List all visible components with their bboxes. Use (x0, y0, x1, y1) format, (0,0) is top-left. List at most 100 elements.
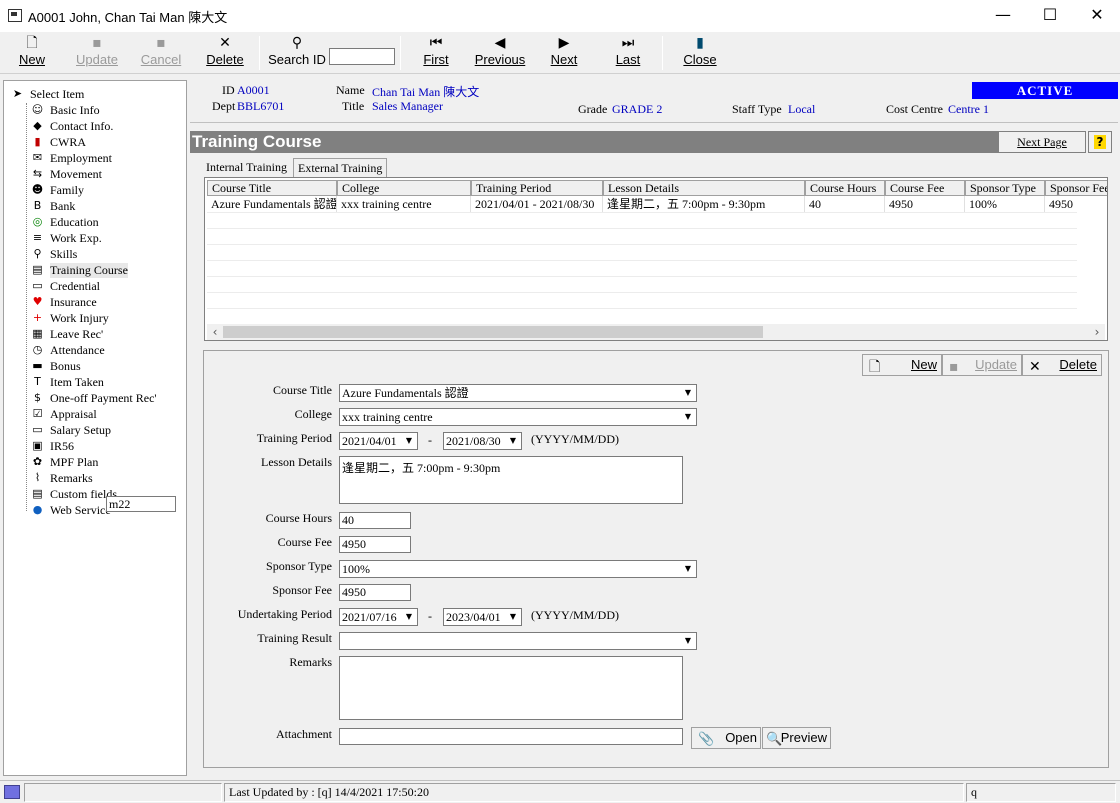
attachment-input[interactable] (339, 728, 683, 745)
scroll-thumb[interactable] (223, 326, 763, 338)
dropdown-arrow-icon[interactable]: ▼ (681, 562, 695, 576)
tree-item-work-exp[interactable]: ≡ Work Exp. (4, 230, 184, 246)
form-delete-button[interactable]: ✕ Delete (1022, 354, 1102, 376)
form-update-button[interactable]: ▪ Update (942, 354, 1022, 376)
sponsor-fee-input[interactable]: 4950 (339, 584, 411, 601)
dropdown-arrow-icon[interactable]: ▼ (506, 610, 520, 624)
tree-item-skills[interactable]: ⚲ Skills (4, 246, 184, 262)
tree-item-item-taken[interactable]: T Item Taken (4, 374, 184, 390)
last-button[interactable]: ⏭ Last (608, 34, 648, 72)
next-record-icon: ▶ (558, 35, 570, 51)
grid-cell[interactable]: 100% (965, 196, 1045, 212)
search-id-button[interactable]: ⚲ Search ID (266, 34, 328, 72)
tree-item-one-off-payment-rec[interactable]: $ One-off Payment Rec' (4, 390, 184, 406)
sponsor-type-select[interactable]: 100% ▼ (339, 560, 697, 578)
open-attachment-button[interactable]: 📎 Open (691, 727, 761, 749)
previous-button[interactable]: ◀ Previous (472, 34, 528, 72)
tree-item-label: IR56 (50, 439, 74, 453)
remarks-textarea[interactable] (339, 656, 683, 720)
tree-item-education[interactable]: ◎ Education (4, 214, 184, 230)
course-fee-label: Course Fee (277, 535, 332, 549)
tree-item-mpf-plan[interactable]: ✿ MPF Plan (4, 454, 184, 470)
tree-item-leave-rec[interactable]: ▦ Leave Rec' (4, 326, 184, 342)
grid-cell[interactable]: xxx training centre (337, 196, 471, 212)
tree-item-cwra[interactable]: ▮ CWRA (4, 134, 184, 150)
grid-column-header[interactable]: Course Hours (805, 180, 885, 196)
grid-column-header[interactable]: Sponsor Fee (1045, 180, 1107, 196)
globe-icon: ◎ (32, 215, 43, 228)
new-button[interactable]: 🗋 New (12, 34, 52, 72)
delete-button[interactable]: ✕ Delete (200, 34, 250, 72)
college-select[interactable]: xxx training centre ▼ (339, 408, 697, 426)
form-new-button[interactable]: 🗋 New (862, 354, 942, 376)
grid-cell[interactable]: Azure Fundamentals 認證 (207, 196, 337, 212)
grid-column-header[interactable]: Training Period (471, 180, 603, 196)
tree-item-basic-info[interactable]: ☺ Basic Info (4, 102, 184, 118)
next-button[interactable]: ▶ Next (544, 34, 584, 72)
tree-item-employment[interactable]: ✉ Employment (4, 150, 184, 166)
update-button[interactable]: ▪ Update (70, 34, 124, 72)
tree-item-movement[interactable]: ⇆ Movement (4, 166, 184, 182)
tree-item-label: Item Taken (50, 375, 104, 389)
dropdown-arrow-icon[interactable]: ▼ (681, 634, 695, 648)
course-fee-input[interactable]: 4950 (339, 536, 411, 553)
section-title: Training Course (190, 131, 998, 153)
tree-item-training-course[interactable]: ▤ Training Course (4, 262, 184, 278)
dropdown-arrow-icon[interactable]: ▼ (681, 386, 695, 400)
training-result-select[interactable]: ▼ (339, 632, 697, 650)
next-page-button[interactable]: Next Page (998, 131, 1086, 153)
tree-root[interactable]: ➤ Select Item (4, 86, 184, 102)
search-id-input[interactable] (329, 48, 395, 65)
horizontal-scrollbar[interactable]: ‹ › (207, 324, 1105, 340)
first-button[interactable]: ⏮ First (418, 34, 454, 72)
tree-item-label: Training Course (50, 263, 128, 278)
tree-item-bank[interactable]: B Bank (4, 198, 184, 214)
course-title-select[interactable]: Azure Fundamentals 認證 ▼ (339, 384, 697, 402)
tree-item-remarks[interactable]: ⌇ Remarks (4, 470, 184, 486)
scroll-left-icon[interactable]: ‹ (207, 324, 223, 340)
tree-rename-input[interactable]: m22 (106, 496, 176, 512)
grid-column-header[interactable]: Lesson Details (603, 180, 805, 196)
cost-centre-value: Centre 1 (948, 102, 989, 116)
training-to-date[interactable]: 2021/08/30 ▼ (443, 432, 522, 450)
dropdown-arrow-icon[interactable]: ▼ (506, 434, 520, 448)
tree-item-work-injury[interactable]: + Work Injury (4, 310, 184, 326)
lesson-details-textarea[interactable]: 逢星期二，五 7:00pm - 9:30pm (339, 456, 683, 504)
course-hours-input[interactable]: 40 (339, 512, 411, 529)
grid-column-header[interactable]: Sponsor Type (965, 180, 1045, 196)
close-icon[interactable]: ✕ (1074, 0, 1120, 32)
tab-external-training[interactable]: External Training (293, 158, 388, 177)
tab-internal-training[interactable]: Internal Training (202, 158, 291, 177)
tree-item-insurance[interactable]: ♥ Insurance (4, 294, 184, 310)
training-from-date[interactable]: 2021/04/01 ▼ (339, 432, 418, 450)
grid-column-header[interactable]: Course Title (207, 180, 337, 196)
dropdown-arrow-icon[interactable]: ▼ (402, 610, 416, 624)
grid-cell[interactable]: 逢星期二，五 7:00pm - 9:30pm (603, 196, 805, 212)
undertaking-from-date[interactable]: 2021/07/16 ▼ (339, 608, 418, 626)
grid-cell[interactable]: 40 (805, 196, 885, 212)
grid-cell[interactable]: 4950 (885, 196, 965, 212)
minimize-icon[interactable]: — (980, 0, 1026, 32)
dropdown-arrow-icon[interactable]: ▼ (681, 410, 695, 424)
help-button[interactable]: ? (1088, 131, 1112, 153)
grid-column-header[interactable]: Course Fee (885, 180, 965, 196)
undertaking-to-date[interactable]: 2023/04/01 ▼ (443, 608, 522, 626)
grid-cell[interactable]: 2021/04/01 - 2021/08/30 (471, 196, 603, 212)
grid-column-header[interactable]: College (337, 180, 471, 196)
tree-item-attendance[interactable]: ◷ Attendance (4, 342, 184, 358)
tree-item-label: Work Exp. (50, 231, 102, 245)
tree-item-contact-info[interactable]: ◆ Contact Info. (4, 118, 184, 134)
preview-attachment-button[interactable]: 🔍 Preview (762, 727, 831, 749)
tree-item-ir56[interactable]: ▣ IR56 (4, 438, 184, 454)
tree-item-appraisal[interactable]: ☑ Appraisal (4, 406, 184, 422)
grid-cell[interactable]: 4950 (1045, 196, 1107, 212)
scroll-right-icon[interactable]: › (1089, 324, 1105, 340)
close-button[interactable]: ▮ Close (679, 34, 721, 72)
dropdown-arrow-icon[interactable]: ▼ (402, 434, 416, 448)
tree-item-family[interactable]: ☻ Family (4, 182, 184, 198)
tree-item-bonus[interactable]: ▬ Bonus (4, 358, 184, 374)
cancel-button[interactable]: ▪ Cancel (136, 34, 186, 72)
tree-item-credential[interactable]: ▭ Credential (4, 278, 184, 294)
maximize-icon[interactable]: ☐ (1027, 0, 1073, 32)
tree-item-salary-setup[interactable]: ▭ Salary Setup (4, 422, 184, 438)
